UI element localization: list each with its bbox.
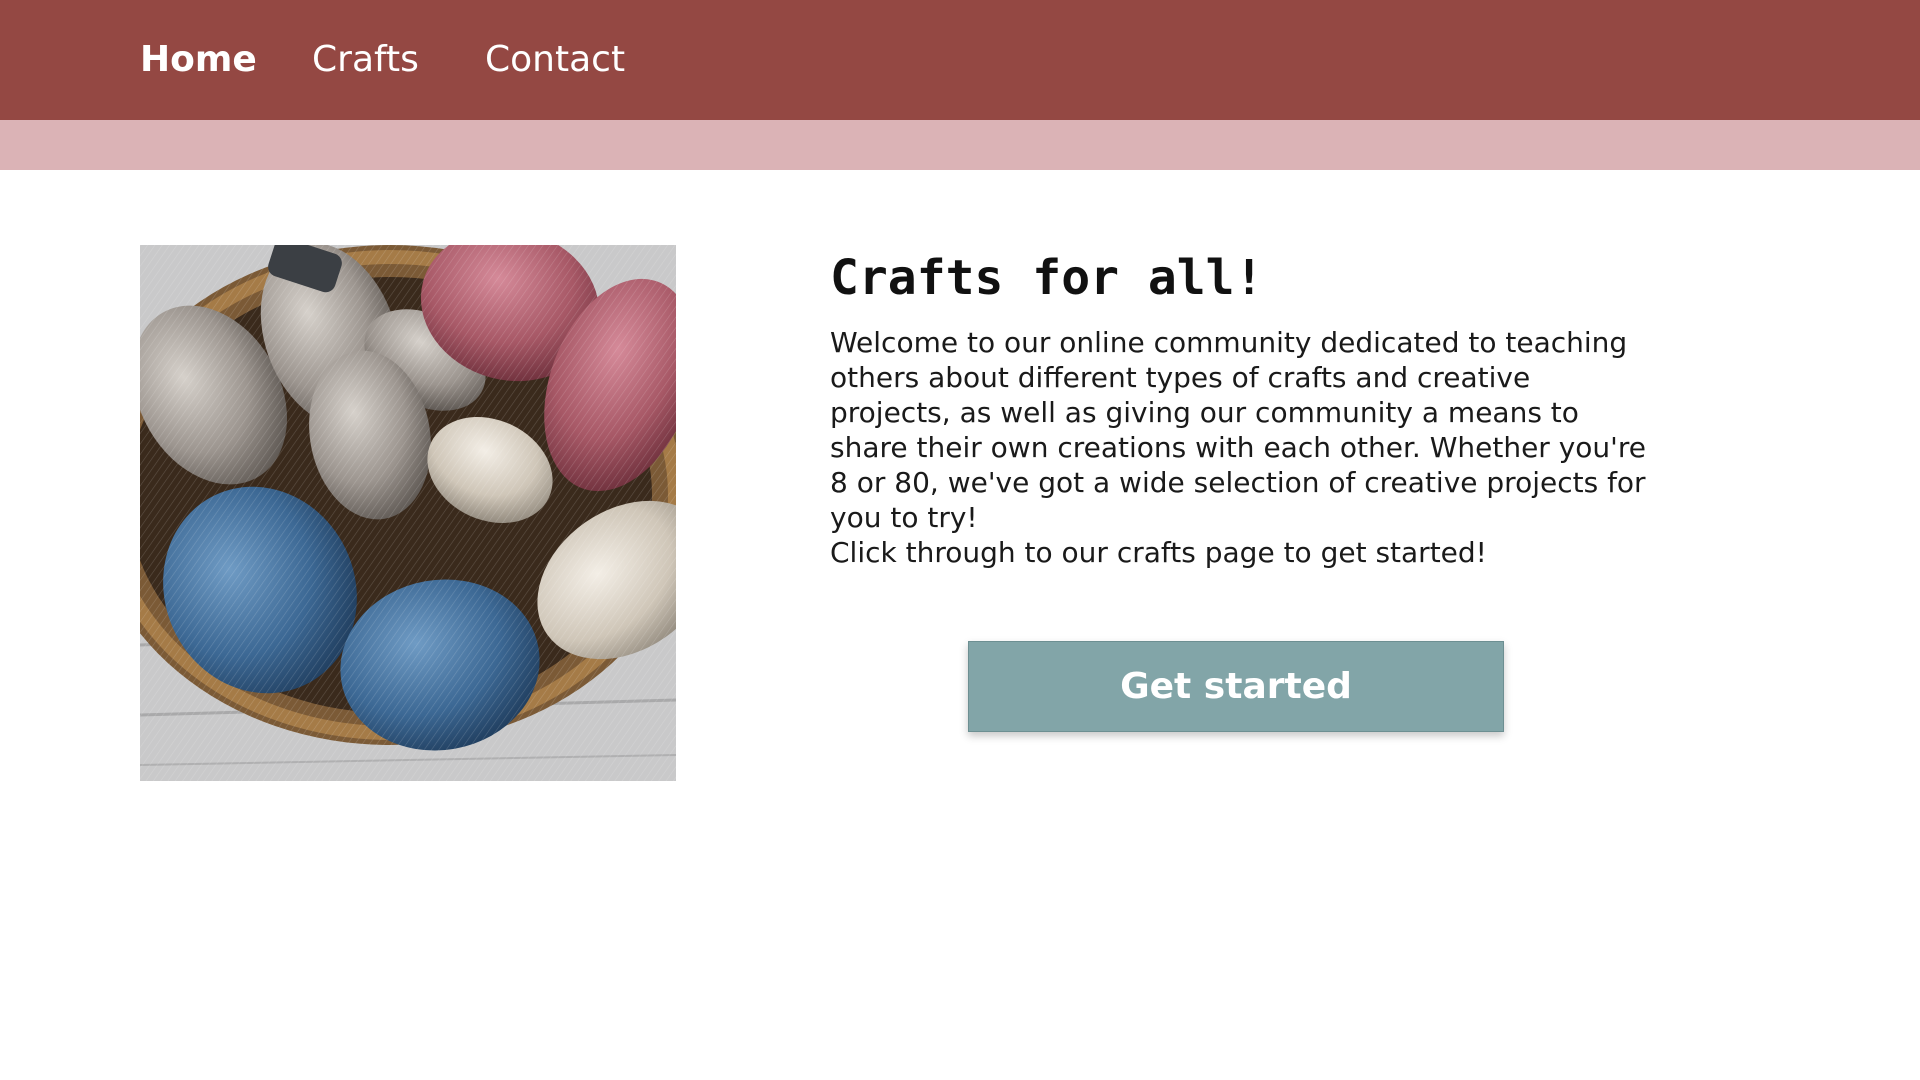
nav-link-crafts[interactable]: Crafts [312,38,419,82]
cta-paragraph: Click through to our crafts page to get … [830,536,1487,569]
get-started-button[interactable]: Get started [968,641,1504,732]
page-title: Crafts for all! [830,250,1264,306]
top-navigation-bar: Home Crafts Contact [0,0,1920,120]
nav-link-contact[interactable]: Contact [485,38,625,82]
nav-link-home[interactable]: Home [140,38,257,82]
yarn-basket-image [140,245,676,781]
accent-subbar [0,120,1920,170]
intro-paragraph: Welcome to our online community dedicate… [830,326,1646,534]
